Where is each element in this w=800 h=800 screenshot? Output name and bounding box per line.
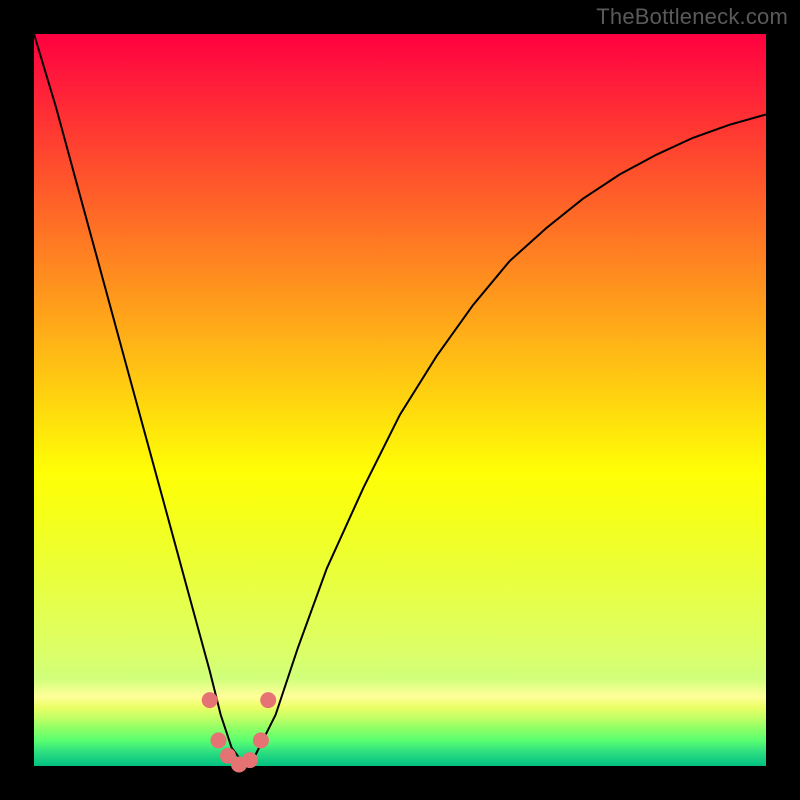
watermark-text: TheBottleneck.com	[596, 4, 788, 30]
outer-frame: TheBottleneck.com	[0, 0, 800, 800]
curve-marker	[253, 732, 269, 748]
curve-marker	[211, 732, 227, 748]
bottleneck-curve	[34, 34, 766, 762]
curve-marker	[242, 752, 258, 768]
curve-marker	[260, 692, 276, 708]
chart-svg	[34, 34, 766, 766]
curve-markers	[202, 692, 277, 772]
curve-marker	[202, 692, 218, 708]
